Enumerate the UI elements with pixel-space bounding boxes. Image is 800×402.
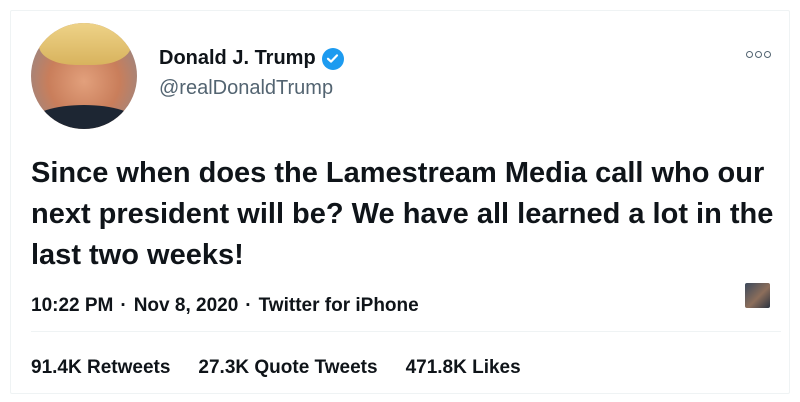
avatar-hair (39, 23, 131, 65)
meta-separator: · (120, 295, 127, 316)
author-display-name[interactable]: Donald J. Trump (159, 47, 316, 70)
stats-divider (31, 331, 781, 332)
tweet-source[interactable]: Twitter for iPhone (259, 295, 419, 317)
more-dot (764, 51, 771, 58)
tweet-date[interactable]: Nov 8, 2020 (134, 295, 239, 317)
tweet-text: Since when does the Lamestream Media cal… (31, 157, 774, 271)
likes-count[interactable]: 471.8K Likes (406, 357, 521, 379)
quote-tweets-count[interactable]: 27.3K Quote Tweets (198, 357, 377, 379)
more-dot (755, 51, 762, 58)
author-avatar[interactable] (31, 23, 137, 129)
tweet-meta: 10:22 PM · Nov 8, 2020 · Twitter for iPh… (31, 295, 419, 317)
author-handle[interactable]: @realDonaldTrump (159, 77, 333, 100)
tweet-time[interactable]: 10:22 PM (31, 295, 113, 317)
meta-separator: · (245, 295, 252, 316)
tweet-card: Donald J. Trump @realDonaldTrump Since w… (10, 10, 790, 394)
more-options-icon[interactable] (746, 51, 771, 58)
verified-badge-icon (321, 47, 344, 70)
tweet-stats: 91.4K Retweets 27.3K Quote Tweets 471.8K… (31, 357, 521, 379)
retweets-count[interactable]: 91.4K Retweets (31, 357, 170, 379)
more-dot (746, 51, 753, 58)
viewer-mini-avatar[interactable] (745, 283, 770, 308)
avatar-suit (31, 105, 137, 129)
author-name-row: Donald J. Trump (159, 47, 344, 70)
